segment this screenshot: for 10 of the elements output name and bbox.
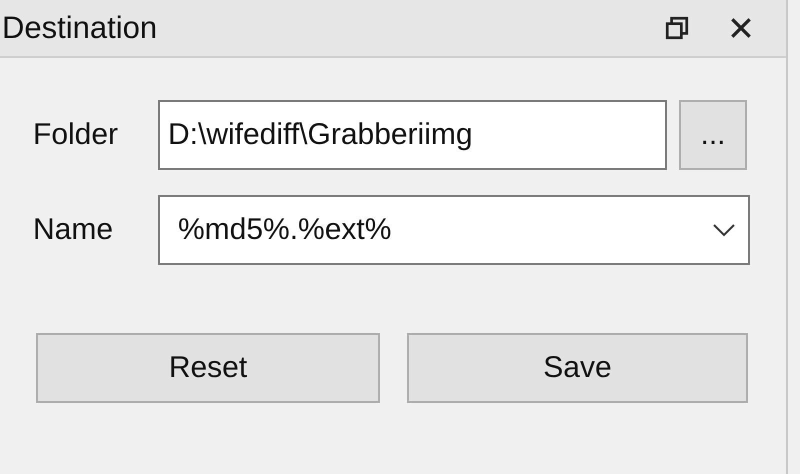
- chevron-icon[interactable]: [712, 223, 736, 237]
- folder-field[interactable]: D:\wifediff\Grabberiimg: [158, 100, 667, 170]
- field-label: Folder: [33, 118, 120, 152]
- field-label: Name: [33, 213, 114, 247]
- restore-icon[interactable]: [664, 15, 690, 41]
- name-dropdown[interactable]: %md5%.%ext%: [158, 195, 750, 265]
- panel-title: Destination: [2, 10, 158, 46]
- action-button[interactable]: Save: [407, 333, 748, 403]
- action-button[interactable]: Reset: [36, 333, 380, 403]
- browse-button[interactable]: ...: [679, 100, 747, 170]
